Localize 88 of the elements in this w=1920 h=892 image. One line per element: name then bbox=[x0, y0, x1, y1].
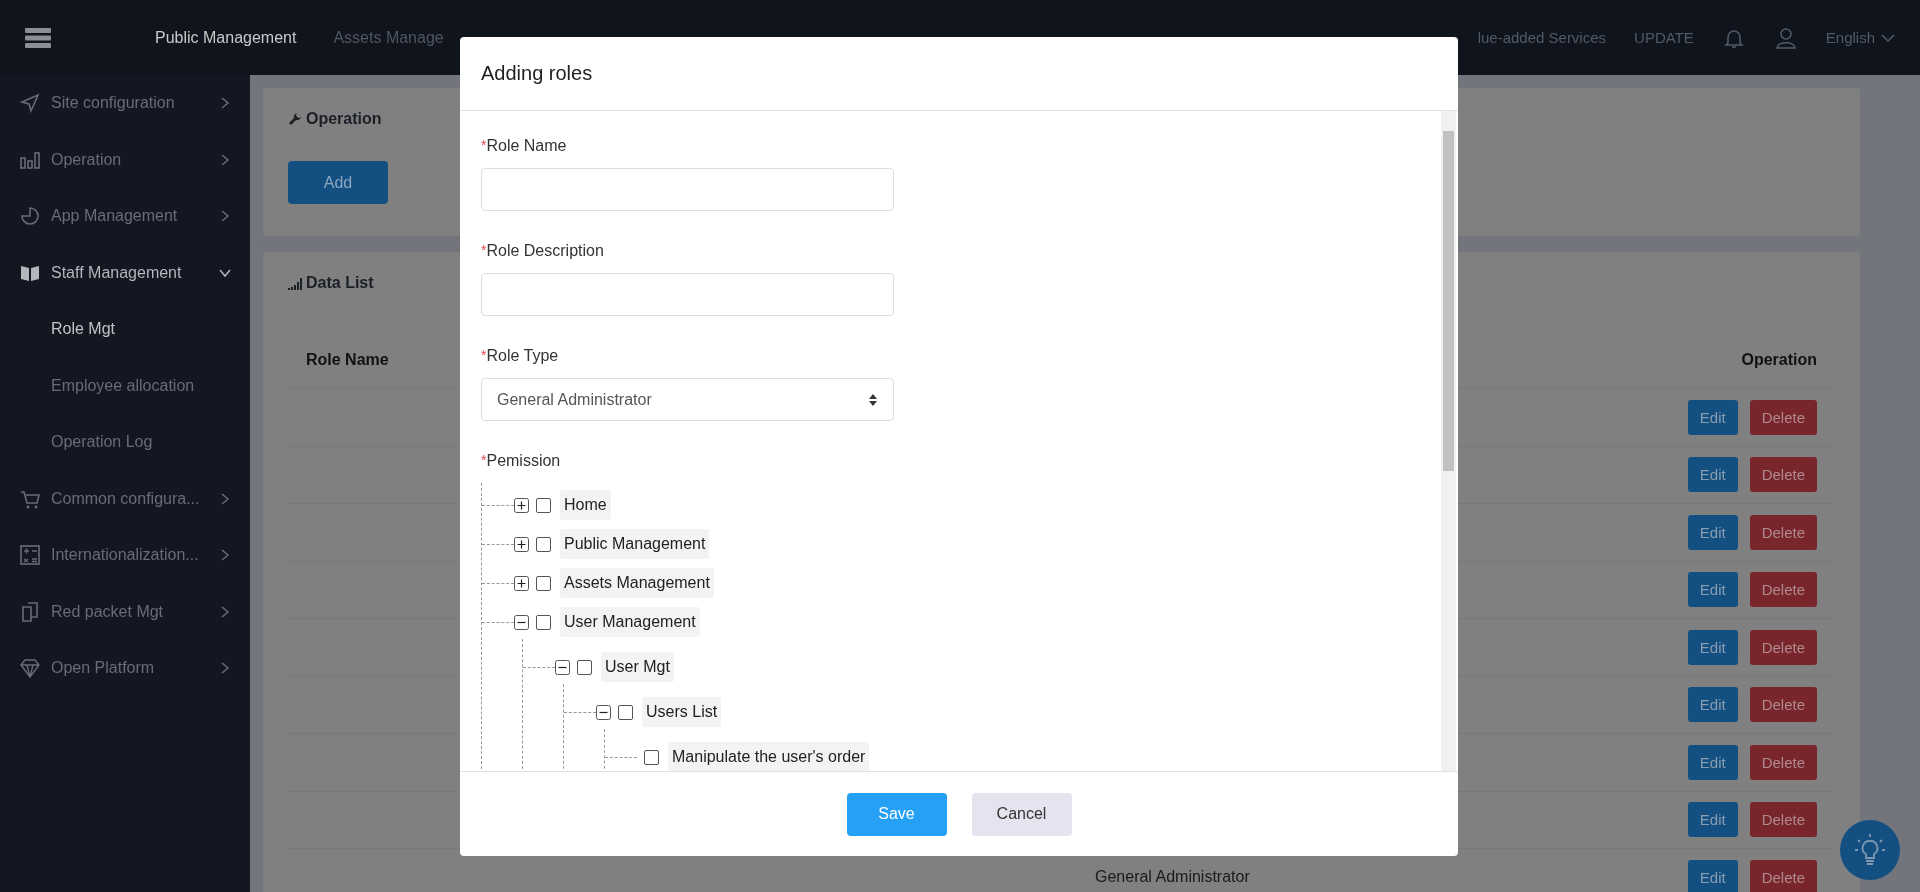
checkbox[interactable] bbox=[577, 659, 592, 675]
field-label: Role Description bbox=[486, 242, 604, 260]
checkbox[interactable] bbox=[644, 749, 659, 765]
field-label: Role Type bbox=[486, 347, 559, 365]
wrench-icon bbox=[288, 112, 302, 126]
tree-node-label[interactable]: Manipulate the user's order bbox=[668, 742, 870, 771]
table-cell: General Administrator bbox=[1095, 868, 1250, 887]
input-field[interactable] bbox=[481, 273, 894, 316]
copy-icon bbox=[19, 600, 41, 623]
delete-button[interactable]: Delete bbox=[1749, 802, 1817, 838]
checkbox[interactable] bbox=[618, 704, 633, 720]
sidebar-item[interactable]: Red packet Mgt bbox=[0, 583, 250, 640]
tree-node-label[interactable]: User Management bbox=[560, 607, 700, 637]
user-icon[interactable] bbox=[1773, 25, 1798, 50]
nav-link[interactable]: lue-added Services bbox=[1477, 29, 1607, 46]
expand-icon[interactable] bbox=[514, 536, 529, 552]
checkbox[interactable] bbox=[536, 536, 551, 552]
sort-arrows-icon bbox=[868, 392, 878, 407]
expand-icon[interactable] bbox=[514, 497, 529, 513]
delete-button[interactable]: Delete bbox=[1749, 687, 1817, 723]
nav-link[interactable]: UPDATE bbox=[1634, 29, 1694, 46]
edit-button[interactable]: Edit bbox=[1687, 859, 1738, 892]
required-mark: * bbox=[481, 452, 487, 468]
lightbulb-icon bbox=[1852, 832, 1888, 868]
expand-icon[interactable] bbox=[514, 575, 529, 591]
sidebar-item[interactable]: Staff Management bbox=[0, 244, 250, 301]
select-field[interactable]: General Administrator bbox=[481, 378, 894, 421]
column-header: Role Name bbox=[306, 350, 389, 369]
card-title: Operation bbox=[306, 110, 382, 128]
tree-node-label[interactable]: User Mgt bbox=[601, 652, 674, 682]
language-selector[interactable]: English bbox=[1825, 29, 1895, 46]
signal-bars-icon bbox=[288, 276, 302, 290]
send-icon bbox=[19, 92, 41, 115]
chevron-down-icon bbox=[1881, 32, 1895, 43]
cancel-button[interactable]: Cancel bbox=[971, 792, 1072, 836]
sidebar-item[interactable]: Internationalization... bbox=[0, 527, 250, 584]
sidebar-item[interactable]: Common configura... bbox=[0, 470, 250, 527]
sidebar-subitem[interactable]: Operation Log bbox=[0, 414, 250, 471]
nav-item[interactable]: Public Management bbox=[155, 28, 297, 47]
field-label: Role Name bbox=[486, 137, 567, 155]
collapse-icon[interactable] bbox=[555, 659, 570, 675]
tree-node-label[interactable]: Assets Management bbox=[560, 568, 714, 598]
add-button[interactable]: Add bbox=[288, 161, 388, 204]
calculator-icon bbox=[19, 544, 41, 567]
edit-button[interactable]: Edit bbox=[1687, 399, 1738, 435]
sidebar-subitem[interactable]: Employee allocation bbox=[0, 357, 250, 414]
tree-node-label[interactable]: Users List bbox=[642, 697, 722, 727]
input-field[interactable] bbox=[481, 168, 894, 211]
delete-button[interactable]: Delete bbox=[1749, 514, 1817, 550]
edit-button[interactable]: Edit bbox=[1687, 457, 1738, 493]
help-button[interactable] bbox=[1840, 820, 1900, 880]
delete-button[interactable]: Delete bbox=[1749, 572, 1817, 608]
edit-button[interactable]: Edit bbox=[1687, 629, 1738, 665]
sidebar-item[interactable]: Site configuration bbox=[0, 75, 250, 132]
collapse-icon[interactable] bbox=[514, 614, 529, 630]
edit-button[interactable]: Edit bbox=[1687, 514, 1738, 550]
delete-button[interactable]: Delete bbox=[1749, 399, 1817, 435]
sidebar-item[interactable]: Open Platform bbox=[0, 640, 250, 697]
collapse-icon[interactable] bbox=[596, 704, 611, 720]
diamond-icon bbox=[19, 657, 41, 680]
delete-button[interactable]: Delete bbox=[1749, 859, 1817, 892]
save-button[interactable]: Save bbox=[846, 792, 947, 836]
dialog-title: Adding roles bbox=[481, 62, 593, 85]
required-mark: * bbox=[481, 347, 487, 363]
sidebar-item[interactable]: Operation bbox=[0, 131, 250, 188]
edit-button[interactable]: Edit bbox=[1687, 802, 1738, 838]
logo-icon[interactable] bbox=[25, 26, 51, 49]
delete-button[interactable]: Delete bbox=[1749, 629, 1817, 665]
delete-button[interactable]: Delete bbox=[1749, 457, 1817, 493]
checkbox[interactable] bbox=[536, 497, 551, 513]
edit-button[interactable]: Edit bbox=[1687, 572, 1738, 608]
edit-button[interactable]: Edit bbox=[1687, 744, 1738, 780]
tree-node-label[interactable]: Public Management bbox=[560, 529, 710, 559]
required-mark: * bbox=[481, 137, 487, 153]
edit-button[interactable]: Edit bbox=[1687, 687, 1738, 723]
sidebar-item[interactable]: App Management bbox=[0, 188, 250, 245]
card-title: Data List bbox=[306, 274, 374, 292]
tree-node-label[interactable]: Home bbox=[560, 490, 611, 520]
pie-chart-icon bbox=[19, 205, 41, 228]
checkbox[interactable] bbox=[536, 614, 551, 630]
required-mark: * bbox=[481, 242, 487, 258]
column-header: Operation bbox=[1741, 350, 1817, 369]
field-label: Pemission bbox=[486, 452, 561, 470]
sidebar-subitem[interactable]: Role Mgt bbox=[0, 301, 250, 358]
delete-button[interactable]: Delete bbox=[1749, 744, 1817, 780]
checkbox[interactable] bbox=[536, 575, 551, 591]
nav-item[interactable]: Assets Manage bbox=[333, 28, 444, 47]
scrollbar[interactable] bbox=[1441, 111, 1456, 771]
